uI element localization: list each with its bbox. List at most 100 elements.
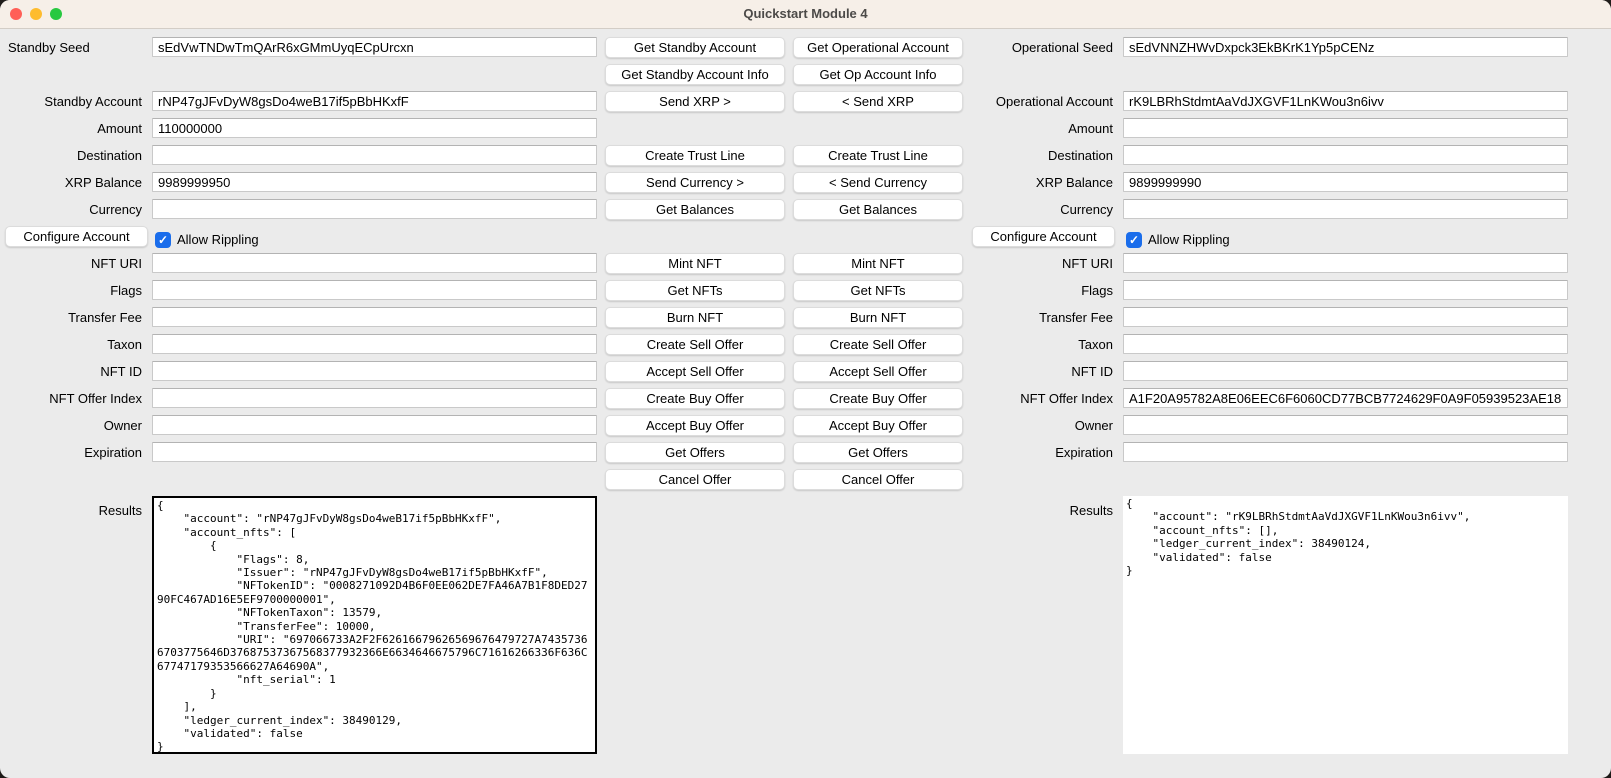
standby-seed-label: Standby Seed <box>0 37 148 64</box>
standby-accept-sell-offer-button[interactable]: Accept Sell Offer <box>605 361 785 382</box>
operational-nft-offer-index-input[interactable] <box>1123 388 1568 408</box>
op-create-trust-line-button[interactable]: Create Trust Line <box>793 145 963 166</box>
operational-nft-offer-index-label: NFT Offer Index <box>967 388 1119 415</box>
standby-accept-buy-offer-button[interactable]: Accept Buy Offer <box>605 415 785 436</box>
op-mint-nft-button[interactable]: Mint NFT <box>793 253 963 274</box>
app-window: Quickstart Module 4 Standby Seed Get Sta… <box>0 0 1611 778</box>
standby-allow-rippling-label: Allow Rippling <box>177 232 259 247</box>
operational-taxon-input[interactable] <box>1123 334 1568 354</box>
standby-owner-label: Owner <box>0 415 148 442</box>
standby-send-currency-button[interactable]: Send Currency > <box>605 172 785 193</box>
minimize-button[interactable] <box>30 8 42 20</box>
window-title: Quickstart Module 4 <box>0 0 1611 28</box>
standby-amount-label: Amount <box>0 118 148 145</box>
standby-create-trust-line-button[interactable]: Create Trust Line <box>605 145 785 166</box>
operational-xrp-balance-input[interactable] <box>1123 172 1568 192</box>
standby-nft-uri-input[interactable] <box>152 253 597 273</box>
standby-results-text[interactable]: { "account": "rNP47gJFvDyW8gsDo4weB17if5… <box>152 496 597 754</box>
operational-destination-input[interactable] <box>1123 145 1568 165</box>
standby-get-offers-button[interactable]: Get Offers <box>605 442 785 463</box>
standby-flags-input[interactable] <box>152 280 597 300</box>
standby-cancel-offer-button[interactable]: Cancel Offer <box>605 469 785 490</box>
operational-nft-uri-label: NFT URI <box>967 253 1119 280</box>
operational-destination-label: Destination <box>967 145 1119 172</box>
standby-results-label: Results <box>0 500 148 521</box>
standby-expiration-label: Expiration <box>0 442 148 469</box>
standby-expiration-input[interactable] <box>152 442 597 462</box>
operational-seed-input[interactable] <box>1123 37 1568 57</box>
standby-nft-id-label: NFT ID <box>0 361 148 388</box>
standby-currency-label: Currency <box>0 199 148 226</box>
standby-taxon-input[interactable] <box>152 334 597 354</box>
operational-flags-label: Flags <box>967 280 1119 307</box>
standby-send-xrp-button[interactable]: Send XRP > <box>605 91 785 112</box>
standby-get-nfts-button[interactable]: Get NFTs <box>605 280 785 301</box>
standby-account-label: Standby Account <box>0 91 148 118</box>
get-operational-account-button[interactable]: Get Operational Account <box>793 37 963 58</box>
op-accept-buy-offer-button[interactable]: Accept Buy Offer <box>793 415 963 436</box>
main-content: Standby Seed Get Standby Account Get Ope… <box>0 29 1611 778</box>
standby-nft-offer-index-label: NFT Offer Index <box>0 388 148 415</box>
operational-expiration-input[interactable] <box>1123 442 1568 462</box>
operational-currency-input[interactable] <box>1123 199 1568 219</box>
op-cancel-offer-button[interactable]: Cancel Offer <box>793 469 963 490</box>
operational-xrp-balance-label: XRP Balance <box>967 172 1119 199</box>
standby-transfer-fee-input[interactable] <box>152 307 597 327</box>
get-op-account-info-button[interactable]: Get Op Account Info <box>793 64 963 85</box>
standby-owner-input[interactable] <box>152 415 597 435</box>
operational-taxon-label: Taxon <box>967 334 1119 361</box>
operational-results-text[interactable]: { "account": "rK9LBRhStdmtAaVdJXGVF1LnKW… <box>1123 496 1568 754</box>
operational-seed-label: Operational Seed <box>967 37 1119 64</box>
op-get-balances-button[interactable]: Get Balances <box>793 199 963 220</box>
op-send-xrp-button[interactable]: < Send XRP <box>793 91 963 112</box>
standby-transfer-fee-label: Transfer Fee <box>0 307 148 334</box>
operational-account-label: Operational Account <box>967 91 1119 118</box>
zoom-button[interactable] <box>50 8 62 20</box>
standby-burn-nft-button[interactable]: Burn NFT <box>605 307 785 328</box>
operational-nft-id-label: NFT ID <box>967 361 1119 388</box>
operational-amount-input[interactable] <box>1123 118 1568 138</box>
standby-create-buy-offer-button[interactable]: Create Buy Offer <box>605 388 785 409</box>
operational-transfer-fee-input[interactable] <box>1123 307 1568 327</box>
operational-account-input[interactable] <box>1123 91 1568 111</box>
standby-allow-rippling-checkbox[interactable]: ✓ <box>155 232 171 248</box>
operational-allow-rippling-checkbox[interactable]: ✓ <box>1126 232 1142 248</box>
standby-xrp-balance-input[interactable] <box>152 172 597 192</box>
operational-nft-uri-input[interactable] <box>1123 253 1568 273</box>
operational-currency-label: Currency <box>967 199 1119 226</box>
close-button[interactable] <box>10 8 22 20</box>
standby-configure-account-button[interactable]: Configure Account <box>5 226 148 247</box>
op-create-buy-offer-button[interactable]: Create Buy Offer <box>793 388 963 409</box>
standby-create-sell-offer-button[interactable]: Create Sell Offer <box>605 334 785 355</box>
standby-get-balances-button[interactable]: Get Balances <box>605 199 785 220</box>
op-create-sell-offer-button[interactable]: Create Sell Offer <box>793 334 963 355</box>
standby-flags-label: Flags <box>0 280 148 307</box>
op-send-currency-button[interactable]: < Send Currency <box>793 172 963 193</box>
checkmark-icon: ✓ <box>1129 232 1139 248</box>
standby-destination-label: Destination <box>0 145 148 172</box>
standby-nft-id-input[interactable] <box>152 361 597 381</box>
operational-configure-account-button[interactable]: Configure Account <box>972 226 1115 247</box>
op-burn-nft-button[interactable]: Burn NFT <box>793 307 963 328</box>
checkmark-icon: ✓ <box>158 232 168 248</box>
op-get-offers-button[interactable]: Get Offers <box>793 442 963 463</box>
standby-amount-input[interactable] <box>152 118 597 138</box>
standby-seed-input[interactable] <box>152 37 597 57</box>
standby-destination-input[interactable] <box>152 145 597 165</box>
operational-allow-rippling-label: Allow Rippling <box>1148 232 1230 247</box>
window-controls <box>10 8 62 20</box>
standby-mint-nft-button[interactable]: Mint NFT <box>605 253 785 274</box>
standby-account-input[interactable] <box>152 91 597 111</box>
standby-currency-input[interactable] <box>152 199 597 219</box>
operational-nft-id-input[interactable] <box>1123 361 1568 381</box>
get-standby-account-button[interactable]: Get Standby Account <box>605 37 785 58</box>
standby-nft-offer-index-input[interactable] <box>152 388 597 408</box>
operational-transfer-fee-label: Transfer Fee <box>967 307 1119 334</box>
operational-owner-input[interactable] <box>1123 415 1568 435</box>
op-get-nfts-button[interactable]: Get NFTs <box>793 280 963 301</box>
operational-flags-input[interactable] <box>1123 280 1568 300</box>
op-accept-sell-offer-button[interactable]: Accept Sell Offer <box>793 361 963 382</box>
standby-xrp-balance-label: XRP Balance <box>0 172 148 199</box>
get-standby-account-info-button[interactable]: Get Standby Account Info <box>605 64 785 85</box>
titlebar: Quickstart Module 4 <box>0 0 1611 29</box>
